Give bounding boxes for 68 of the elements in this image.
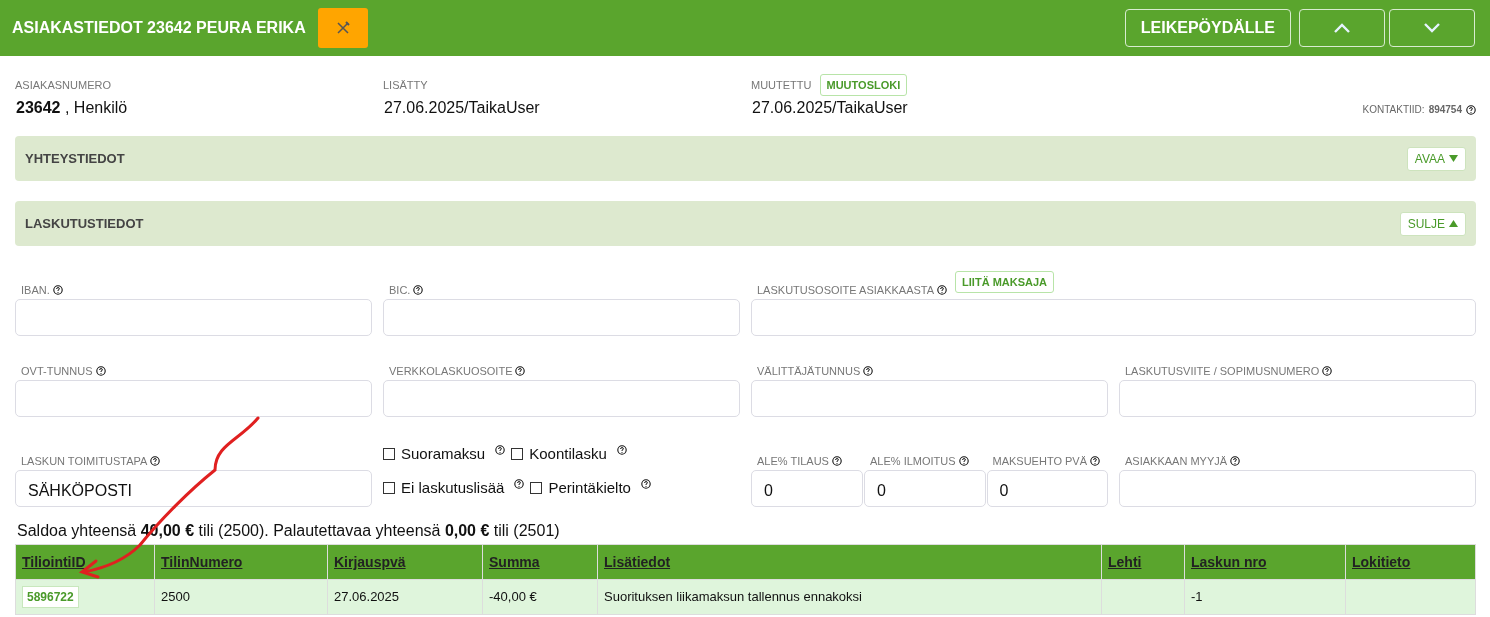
input-field[interactable]: SÄHKÖPOSTI: [15, 470, 372, 507]
contact-id-label: KONTAKTIID:: [1362, 103, 1425, 117]
column-header[interactable]: Summa: [482, 544, 598, 580]
checkbox[interactable]: Ei laskutuslisää: [383, 476, 505, 499]
column-header[interactable]: Lisätiedot: [597, 544, 1102, 580]
contact-id-value: 894754: [1428, 103, 1462, 117]
help-icon[interactable]: [1322, 365, 1333, 376]
input-field[interactable]: [751, 299, 1476, 336]
input-field[interactable]: [1119, 470, 1476, 507]
table-cell: -40,00 €: [482, 579, 598, 615]
clipboard-button[interactable]: LEIKEPÖYDÄLLE: [1124, 9, 1291, 47]
help-icon[interactable]: [831, 455, 842, 466]
field-label: MUUTETTU: [751, 77, 812, 93]
input-field[interactable]: [383, 380, 740, 417]
chevron-up-icon: [1333, 22, 1351, 34]
field-label: LISÄTTY: [383, 77, 428, 93]
column-header[interactable]: Laskun nro: [1184, 544, 1346, 580]
help-icon[interactable]: [413, 284, 424, 295]
help-icon[interactable]: [640, 478, 651, 489]
help-icon[interactable]: [616, 445, 627, 456]
table-cell: -1: [1184, 579, 1346, 615]
checkbox[interactable]: Perintäkielto: [530, 476, 631, 499]
help-icon[interactable]: [1230, 455, 1241, 466]
section-title: LASKUTUSTIEDOT: [25, 214, 144, 233]
page-title: ASIAKASTIEDOT 23642 PEURA ERIKA: [12, 18, 306, 38]
input-field[interactable]: [1119, 380, 1476, 417]
checkbox[interactable]: Koontilasku: [511, 443, 607, 466]
help-icon[interactable]: [863, 365, 874, 376]
column-header[interactable]: Kirjauspvä: [327, 544, 483, 580]
pencil-ruler-icon: [335, 21, 350, 35]
checkbox[interactable]: Suoramaksu: [383, 443, 486, 466]
input-field[interactable]: [383, 299, 740, 336]
section-title: YHTEYSTIEDOT: [25, 149, 125, 168]
column-header[interactable]: Lehti: [1101, 544, 1185, 580]
help-icon[interactable]: [95, 365, 106, 376]
table-cell: 27.06.2025: [327, 579, 483, 615]
table-cell: 2500: [154, 579, 328, 615]
entry-id-link[interactable]: 5896722: [22, 586, 79, 608]
field-value: 27.06.2025/TaikaUser: [384, 98, 541, 118]
field-value: 27.06.2025/TaikaUser: [752, 98, 908, 118]
input-field[interactable]: 0: [986, 470, 1108, 507]
field-label: ASIAKASNUMERO: [15, 77, 111, 93]
column-header[interactable]: TilinNumero: [154, 544, 328, 580]
attach-payer-button[interactable]: LIITÄ MAKSAJA: [955, 270, 1055, 293]
table-cell: Suorituksen liikamaksun tallennus ennakoksi: [597, 579, 1102, 615]
input-field[interactable]: 0: [751, 470, 863, 507]
change-log-button[interactable]: MUUTOSLOKI: [819, 73, 908, 97]
help-icon[interactable]: [495, 445, 506, 456]
help-icon[interactable]: [52, 284, 63, 295]
section-toggle-button[interactable]: SULJE: [1399, 211, 1466, 236]
section-toggle-button[interactable]: AVAA: [1406, 146, 1466, 171]
help-icon[interactable]: [150, 455, 161, 466]
input-field[interactable]: [751, 380, 1108, 417]
input-field[interactable]: 0: [864, 470, 986, 507]
help-icon[interactable]: [1090, 455, 1101, 466]
chevron-down-icon: [1423, 22, 1441, 34]
help-icon[interactable]: [937, 284, 948, 295]
field-value: 23642 , Henkilö: [16, 98, 129, 118]
input-field[interactable]: [15, 299, 372, 336]
column-header[interactable]: Lokitieto: [1345, 544, 1476, 580]
input-field[interactable]: [15, 380, 372, 417]
help-icon[interactable]: [514, 478, 525, 489]
help-icon[interactable]: [1466, 104, 1476, 115]
caret-up-icon: [1449, 220, 1458, 227]
help-icon[interactable]: [958, 455, 969, 466]
help-icon[interactable]: [515, 365, 526, 376]
caret-down-icon: [1449, 155, 1458, 162]
column-header[interactable]: TiliointiID: [15, 544, 155, 580]
